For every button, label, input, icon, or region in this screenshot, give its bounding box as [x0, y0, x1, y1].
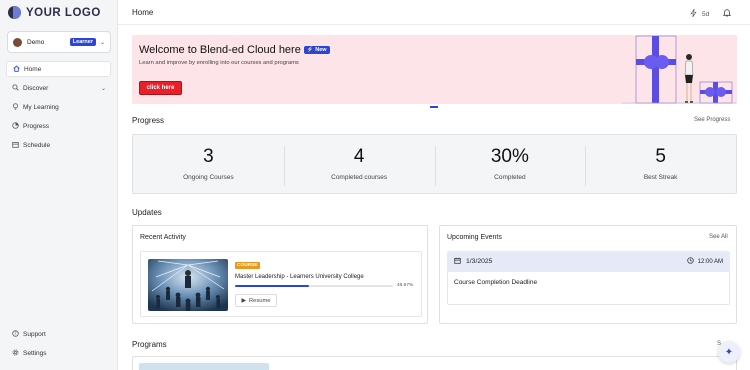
sidebar-item-label: Settings — [23, 349, 47, 357]
programs-card — [132, 356, 737, 370]
course-name[interactable]: Master Leadership - Learners University … — [235, 274, 364, 280]
course-type-badge: COURSE — [235, 262, 260, 269]
sidebar-nav: Home Discover ⌄ My Learning Progress Sch… — [6, 61, 111, 156]
event-name: Course Completion Deadline — [454, 279, 538, 286]
avatar — [13, 37, 22, 47]
gift-illustration — [622, 35, 737, 104]
stat-value: 5 — [655, 146, 666, 167]
welcome-banner: Welcome to Blend-ed Cloud here ⚡ New Lear… — [132, 35, 737, 104]
progress-icon — [11, 121, 19, 131]
progress-stats: 3 Ongoing Courses 4 Completed courses 30… — [132, 134, 737, 194]
course-progress-bar — [235, 285, 393, 287]
stat-value: 30% — [490, 146, 529, 167]
gear-icon — [11, 348, 19, 358]
progress-section-title: Progress — [132, 116, 165, 125]
see-progress-link[interactable]: See Progress — [694, 117, 730, 123]
course-thumbnail — [148, 259, 228, 311]
lightbulb-icon — [11, 102, 19, 112]
calendar-icon — [11, 141, 19, 150]
updates-section-title: Updates — [132, 208, 162, 217]
sparkle-icon: ✦ — [724, 346, 734, 358]
main-content: Home 5d Welcome to Blend-ed Cloud here ⚡ … — [118, 0, 750, 370]
logo[interactable]: YOUR LOGO — [8, 6, 101, 19]
chevron-down-icon: ⌄ — [100, 85, 106, 92]
play-icon: ▶ — [241, 297, 246, 304]
stat-best-streak: 5 Best Streak — [585, 135, 736, 193]
lightning-icon — [690, 8, 697, 19]
banner-title: Welcome to Blend-ed Cloud here ⚡ New — [139, 44, 330, 56]
resume-button[interactable]: ▶ Resume — [235, 294, 277, 307]
banner-subtitle: Learn and improve by enrolling into our … — [139, 60, 299, 66]
new-badge: ⚡ New — [303, 46, 330, 54]
role-badge: Learner — [69, 38, 96, 46]
search-icon — [11, 83, 19, 93]
sidebar-item-my-learning[interactable]: My Learning — [6, 99, 111, 115]
user-name: Demo — [27, 38, 45, 46]
banner-cta-button[interactable]: click here — [139, 81, 182, 95]
new-badge-label: New — [315, 47, 327, 53]
sidebar-item-discover[interactable]: Discover ⌄ — [6, 80, 111, 96]
sidebar-item-label: Progress — [23, 122, 50, 130]
streak-count: 5d — [702, 10, 710, 18]
stat-label: Best Streak — [643, 174, 678, 181]
course-item[interactable]: COURSE Master Leadership - Learners Univ… — [140, 251, 422, 317]
logo-icon — [8, 6, 21, 19]
top-bar: Home 5d — [118, 0, 750, 25]
upcoming-events-card: Upcoming Events See All 1/3/2025 12:00 A… — [439, 225, 737, 324]
carousel-indicator[interactable] — [430, 106, 438, 108]
clock-icon — [686, 257, 694, 266]
stat-value: 3 — [203, 146, 214, 167]
see-all-link[interactable]: See All — [709, 234, 728, 240]
help-icon: ? — [11, 329, 19, 339]
upcoming-events-title: Upcoming Events — [447, 234, 502, 241]
event-time-text: 12:00 AM — [697, 258, 723, 265]
sidebar-item-progress[interactable]: Progress — [6, 118, 111, 134]
sidebar-item-label: Discover — [23, 84, 49, 92]
stat-completed-courses: 4 Completed courses — [283, 135, 435, 193]
app-root: YOUR LOGO Demo Learner ⌄ Home Discover ⌄ — [0, 0, 750, 370]
sidebar-item-label: Schedule — [23, 141, 51, 149]
event-body[interactable]: Course Completion Deadline — [447, 272, 730, 305]
stat-label: Ongoing Courses — [183, 174, 234, 181]
programs-section-title: Programs — [132, 340, 167, 349]
home-icon — [12, 64, 20, 74]
sidebar-item-schedule[interactable]: Schedule — [6, 137, 111, 153]
stat-label: Completed — [494, 174, 526, 181]
event-header[interactable]: 1/3/2025 12:00 AM — [447, 251, 730, 272]
banner-title-text: Welcome to Blend-ed Cloud here — [139, 44, 301, 56]
sidebar-item-support[interactable]: ? Support — [6, 326, 111, 342]
chevron-down-icon: ⌄ — [99, 39, 105, 46]
recent-activity-title: Recent Activity — [140, 234, 186, 241]
logo-text: YOUR LOGO — [26, 6, 101, 19]
sidebar-item-label: My Learning — [23, 103, 59, 111]
sidebar-bottom-nav: ? Support Settings — [6, 326, 111, 364]
course-progress-text: 46.67% — [397, 283, 414, 288]
event-time: 12:00 AM — [686, 257, 723, 266]
stat-completed-percent: 30% Completed — [434, 135, 586, 193]
stat-label: Completed courses — [331, 174, 388, 181]
sidebar-item-label: Home — [24, 65, 42, 73]
course-progress-fill — [235, 285, 309, 287]
sidebar-item-label: Support — [23, 330, 46, 338]
bell-icon[interactable] — [722, 8, 732, 19]
stat-value: 4 — [353, 146, 365, 167]
sidebar-item-settings[interactable]: Settings — [6, 345, 111, 361]
page-title: Home — [132, 8, 154, 17]
streak-indicator[interactable]: 5d — [690, 8, 710, 19]
sidebar: YOUR LOGO Demo Learner ⌄ Home Discover ⌄ — [0, 0, 118, 370]
stat-ongoing-courses: 3 Ongoing Courses — [133, 135, 284, 193]
calendar-icon — [454, 257, 461, 266]
recent-activity-card: Recent Activity COURSE Master Leadership… — [132, 225, 428, 324]
resume-button-label: Resume — [248, 297, 271, 304]
user-switcher[interactable]: Demo Learner ⌄ — [7, 31, 111, 53]
program-thumbnail[interactable] — [139, 363, 269, 370]
sidebar-item-home[interactable]: Home — [6, 61, 111, 77]
assistant-sparkle-button[interactable]: ✦ — [718, 341, 740, 363]
event-date: 1/3/2025 — [454, 257, 687, 266]
event-date-text: 1/3/2025 — [466, 258, 493, 265]
svg-text:?: ? — [14, 331, 16, 336]
